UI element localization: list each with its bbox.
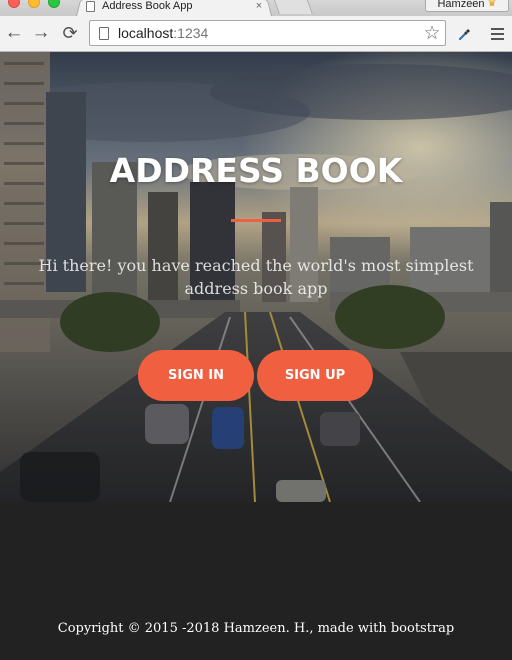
page-title: ADDRESS BOOK bbox=[109, 151, 403, 190]
sign-in-button[interactable]: SIGN IN bbox=[138, 350, 254, 401]
eyedropper-extension-icon[interactable] bbox=[455, 24, 475, 44]
profile-name: Hamzeen bbox=[437, 0, 485, 10]
copyright-text: Copyright © 2015 -2018 Hamzeen. H., made… bbox=[57, 621, 455, 636]
back-button[interactable]: ← bbox=[3, 22, 25, 44]
title-divider bbox=[231, 219, 281, 222]
tab-title: Address Book App bbox=[102, 0, 193, 12]
page-icon bbox=[99, 26, 109, 40]
new-tab-button[interactable] bbox=[273, 0, 313, 14]
url-host: localhost bbox=[118, 25, 174, 41]
page-footer: Copyright © 2015 -2018 Hamzeen. H., made… bbox=[0, 502, 512, 660]
close-window-button[interactable] bbox=[8, 0, 20, 8]
back-arrow-icon: ← bbox=[4, 22, 24, 43]
bookmark-star-icon[interactable]: ☆ bbox=[419, 22, 445, 45]
browser-tab-content: Address Book App × bbox=[86, 0, 266, 15]
reload-button[interactable]: ⟳ bbox=[59, 22, 81, 44]
hero-section: ADDRESS BOOK Hi there! you have reached … bbox=[0, 52, 512, 502]
minimize-window-button[interactable] bbox=[28, 0, 40, 8]
browser-toolbar: ← → ⟳ localhost:1234 ☆ bbox=[0, 16, 512, 52]
profile-button[interactable]: Hamzeen ♛ bbox=[425, 0, 509, 12]
browser-tabstrip: Address Book App × Hamzeen ♛ bbox=[0, 0, 512, 16]
crown-icon: ♛ bbox=[487, 0, 497, 9]
page-favicon-icon bbox=[86, 0, 95, 12]
hero-tagline: Hi there! you have reached the world's m… bbox=[38, 256, 474, 298]
url-port: :1234 bbox=[173, 25, 209, 41]
url-text[interactable]: localhost:1234 bbox=[118, 25, 419, 41]
sign-up-button[interactable]: SIGN UP bbox=[257, 350, 373, 401]
forward-arrow-icon: → bbox=[31, 22, 51, 43]
address-bar[interactable]: localhost:1234 ☆ bbox=[89, 20, 446, 46]
tab-close-icon[interactable]: × bbox=[252, 0, 266, 12]
forward-button[interactable]: → bbox=[30, 22, 52, 44]
reload-icon: ⟳ bbox=[62, 22, 78, 43]
browser-menu-icon[interactable] bbox=[487, 24, 507, 44]
zoom-window-button[interactable] bbox=[48, 0, 60, 8]
